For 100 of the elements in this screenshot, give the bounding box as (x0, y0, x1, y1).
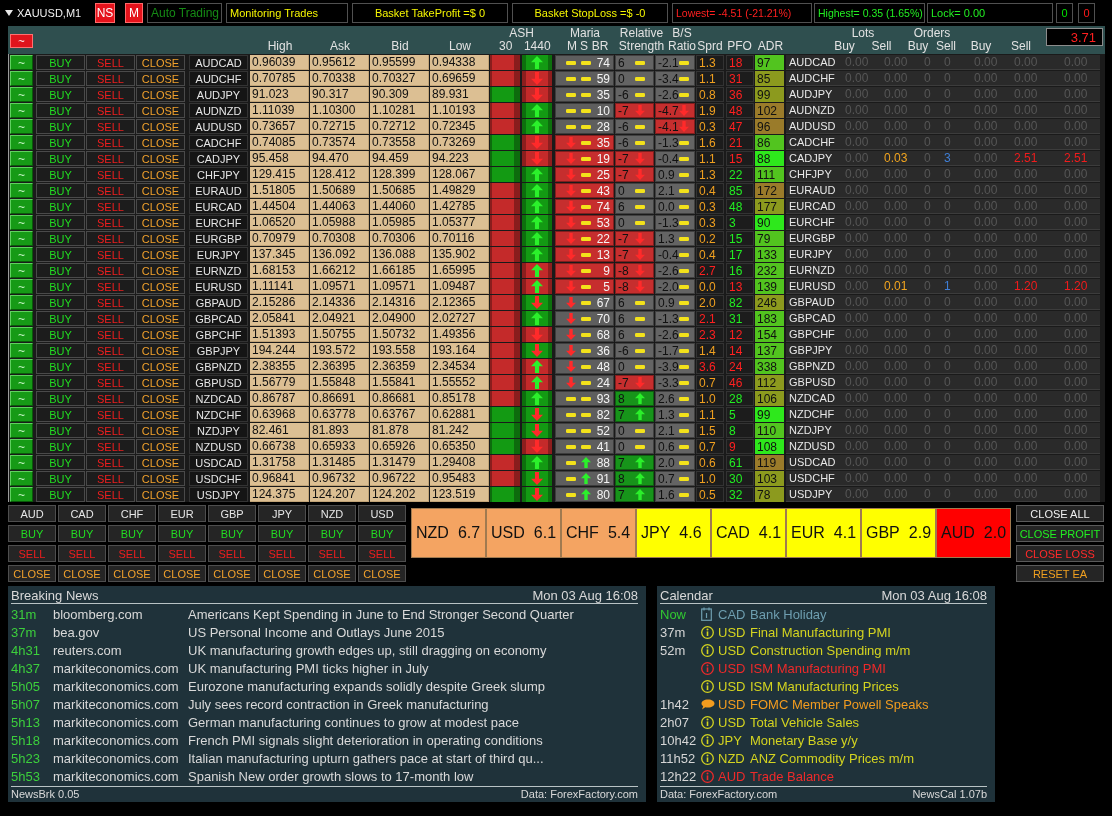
buy-button[interactable]: BUY (36, 199, 85, 214)
close-button[interactable]: CLOSE (136, 359, 185, 374)
chart-toggle-button[interactable]: ~ (10, 34, 33, 48)
sell-button[interactable]: SELL (86, 343, 135, 358)
sell-button[interactable]: SELL (86, 119, 135, 134)
buy-button[interactable]: BUY (36, 423, 85, 438)
sell-button[interactable]: SELL (86, 263, 135, 278)
buy-button[interactable]: BUY (36, 183, 85, 198)
close-button[interactable]: CLOSE (108, 565, 156, 582)
close-button[interactable]: CLOSE (136, 119, 185, 134)
buy-button[interactable]: BUY (36, 263, 85, 278)
buy-button[interactable]: BUY (36, 487, 85, 502)
sell-button[interactable]: SELL (86, 279, 135, 294)
close-button[interactable]: CLOSE (208, 565, 256, 582)
buy-button[interactable]: BUY (36, 391, 85, 406)
buy-button[interactable]: BUY (36, 151, 85, 166)
buy-button[interactable]: BUY (208, 525, 256, 542)
sell-button[interactable]: SELL (86, 135, 135, 150)
buy-button[interactable]: BUY (36, 359, 85, 374)
sell-button[interactable]: SELL (86, 327, 135, 342)
close-button[interactable]: CLOSE (158, 565, 206, 582)
sell-button[interactable]: SELL (86, 295, 135, 310)
buy-button[interactable]: BUY (36, 327, 85, 342)
sell-button[interactable]: SELL (86, 439, 135, 454)
close-button[interactable]: CLOSE (358, 565, 406, 582)
buy-button[interactable]: BUY (258, 525, 306, 542)
close-button[interactable]: CLOSE (136, 151, 185, 166)
account-button[interactable]: CLOSE PROFIT (1016, 525, 1104, 542)
close-button[interactable]: CLOSE (136, 55, 185, 70)
sell-button[interactable]: SELL (86, 471, 135, 486)
sell-button[interactable]: SELL (86, 103, 135, 118)
account-button[interactable]: RESET EA (1016, 565, 1104, 582)
buy-button[interactable]: BUY (58, 525, 106, 542)
currency-button[interactable]: CHF (108, 505, 156, 522)
sell-button[interactable]: SELL (86, 87, 135, 102)
close-button[interactable]: CLOSE (136, 87, 185, 102)
sell-button[interactable]: SELL (86, 215, 135, 230)
sell-button[interactable]: SELL (86, 311, 135, 326)
sell-button[interactable]: SELL (86, 167, 135, 182)
buy-button[interactable]: BUY (8, 525, 56, 542)
buy-button[interactable]: BUY (36, 55, 85, 70)
sell-button[interactable]: SELL (86, 183, 135, 198)
close-button[interactable]: CLOSE (136, 439, 185, 454)
close-button[interactable]: CLOSE (136, 135, 185, 150)
buy-button[interactable]: BUY (158, 525, 206, 542)
sell-button[interactable]: SELL (86, 71, 135, 86)
sell-button[interactable]: SELL (86, 455, 135, 470)
buy-button[interactable]: BUY (36, 71, 85, 86)
close-button[interactable]: CLOSE (136, 391, 185, 406)
buy-button[interactable]: BUY (36, 375, 85, 390)
close-button[interactable]: CLOSE (136, 375, 185, 390)
close-button[interactable]: CLOSE (136, 263, 185, 278)
buy-button[interactable]: BUY (36, 215, 85, 230)
sell-button[interactable]: SELL (358, 545, 406, 562)
sell-button[interactable]: SELL (108, 545, 156, 562)
close-button[interactable]: CLOSE (136, 247, 185, 262)
close-button[interactable]: CLOSE (136, 343, 185, 358)
buy-button[interactable]: BUY (36, 455, 85, 470)
buy-button[interactable]: BUY (108, 525, 156, 542)
currency-button[interactable]: AUD (8, 505, 56, 522)
buy-button[interactable]: BUY (308, 525, 356, 542)
sell-button[interactable]: SELL (86, 487, 135, 502)
close-button[interactable]: CLOSE (308, 565, 356, 582)
sell-button[interactable]: SELL (58, 545, 106, 562)
buy-button[interactable]: BUY (36, 439, 85, 454)
currency-button[interactable]: USD (358, 505, 406, 522)
close-button[interactable]: CLOSE (136, 423, 185, 438)
toggle-button[interactable]: NS (95, 3, 115, 23)
sell-button[interactable]: SELL (8, 545, 56, 562)
close-button[interactable]: CLOSE (136, 103, 185, 118)
close-button[interactable]: CLOSE (136, 167, 185, 182)
close-button[interactable]: CLOSE (136, 183, 185, 198)
buy-button[interactable]: BUY (36, 471, 85, 486)
sell-button[interactable]: SELL (86, 231, 135, 246)
buy-button[interactable]: BUY (358, 525, 406, 542)
buy-button[interactable]: BUY (36, 247, 85, 262)
close-button[interactable]: CLOSE (136, 295, 185, 310)
buy-button[interactable]: BUY (36, 103, 85, 118)
sell-button[interactable]: SELL (158, 545, 206, 562)
currency-button[interactable]: JPY (258, 505, 306, 522)
close-button[interactable]: CLOSE (136, 471, 185, 486)
buy-button[interactable]: BUY (36, 167, 85, 182)
sell-button[interactable]: SELL (86, 423, 135, 438)
buy-button[interactable]: BUY (36, 407, 85, 422)
buy-button[interactable]: BUY (36, 343, 85, 358)
buy-button[interactable]: BUY (36, 279, 85, 294)
close-button[interactable]: CLOSE (136, 199, 185, 214)
sell-button[interactable]: SELL (86, 55, 135, 70)
buy-button[interactable]: BUY (36, 311, 85, 326)
close-button[interactable]: CLOSE (136, 71, 185, 86)
account-button[interactable]: CLOSE LOSS (1016, 545, 1104, 562)
close-button[interactable]: CLOSE (136, 215, 185, 230)
buy-button[interactable]: BUY (36, 295, 85, 310)
close-button[interactable]: CLOSE (136, 455, 185, 470)
currency-button[interactable]: CAD (58, 505, 106, 522)
sell-button[interactable]: SELL (86, 359, 135, 374)
close-button[interactable]: CLOSE (136, 487, 185, 502)
close-button[interactable]: CLOSE (136, 231, 185, 246)
sell-button[interactable]: SELL (258, 545, 306, 562)
sell-button[interactable]: SELL (208, 545, 256, 562)
